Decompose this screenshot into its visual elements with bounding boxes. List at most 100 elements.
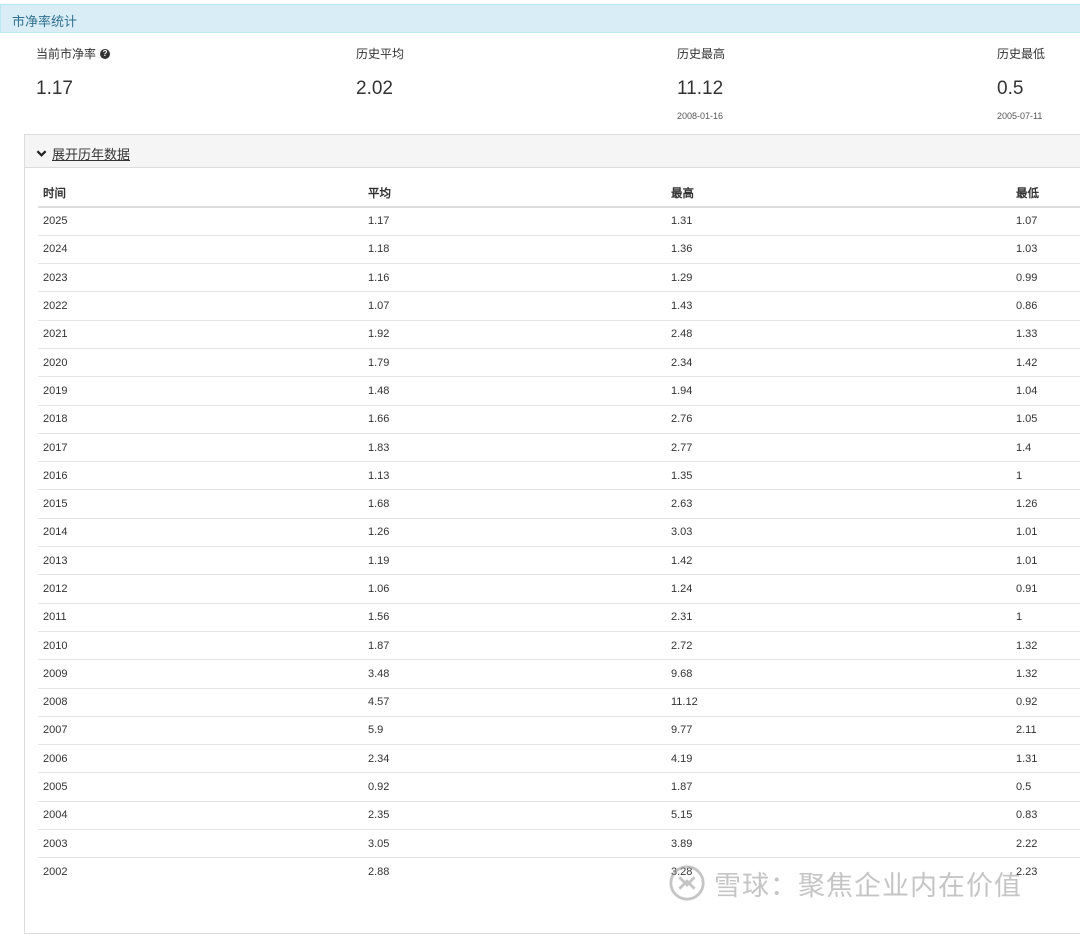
column-header-average: 平均: [363, 179, 666, 208]
table-row: 2013 1.19 1.42 1.01: [38, 546, 1080, 575]
cell-low: 2.22: [1011, 829, 1080, 858]
cell-year: 2022: [38, 291, 363, 321]
table-row: 2024 1.18 1.36 1.03: [38, 234, 1080, 264]
cell-average: 1.26: [363, 517, 666, 547]
table-row: 2005 0.92 1.87 0.5: [38, 772, 1080, 802]
cell-year: 2017: [38, 432, 363, 462]
expand-history-toggle[interactable]: 展开历年数据: [36, 144, 130, 163]
panel-heading: 市净率统计: [0, 4, 1080, 33]
table-row: 2004 2.35 5.15 0.83: [38, 800, 1080, 830]
table-row: 2017 1.83 2.77 1.4: [38, 432, 1080, 462]
cell-year: 2008: [38, 687, 363, 717]
cell-year: 2013: [38, 546, 363, 575]
history-table-body: 2025 1.17 1.31 1.07 2024 1.18 1.36 1.03 2023 1.16…: [38, 206, 1080, 887]
cell-average: 3.05: [363, 829, 666, 858]
cell-year: 2016: [38, 461, 363, 490]
table-row: 2023 1.16 1.29 0.99: [38, 263, 1080, 292]
cell-average: 1.68: [363, 489, 666, 519]
cell-high: 5.15: [666, 800, 1011, 830]
stat-value: 11.12: [677, 78, 724, 99]
table-row: 2021 1.92 2.48 1.33: [38, 319, 1080, 349]
cell-year: 2024: [38, 234, 363, 264]
cell-year: 2023: [38, 263, 363, 292]
cell-low: 1.04: [1011, 376, 1080, 406]
cell-average: 2.34: [363, 744, 666, 773]
cell-high: 1.31: [666, 206, 1011, 236]
cell-year: 2011: [38, 602, 363, 632]
cell-average: 1.66: [363, 404, 666, 434]
cell-low: 0.83: [1011, 800, 1080, 830]
cell-year: 2002: [38, 857, 363, 887]
cell-low: 1.33: [1011, 319, 1080, 349]
cell-year: 2007: [38, 715, 363, 745]
cell-average: 3.48: [363, 659, 666, 689]
table-row: 2022 1.07 1.43 0.86: [38, 291, 1080, 321]
cell-year: 2018: [38, 404, 363, 434]
cell-low: 1: [1011, 461, 1080, 490]
table-row: 2008 4.57 11.12 0.92: [38, 687, 1080, 717]
cell-average: 1.83: [363, 432, 666, 462]
table-row: 2003 3.05 3.89 2.22: [38, 829, 1080, 858]
cell-year: 2004: [38, 800, 363, 830]
cell-high: 2.31: [666, 602, 1011, 632]
history-panel-header: 展开历年数据: [25, 135, 1080, 168]
cell-year: 2015: [38, 489, 363, 519]
cell-high: 3.28: [666, 857, 1011, 887]
cell-low: 1.42: [1011, 347, 1080, 377]
cell-average: 1.79: [363, 347, 666, 377]
cell-low: 0.99: [1011, 263, 1080, 292]
stat-current-pb: 当前市净率 ? 1.17: [36, 46, 111, 100]
cell-high: 1.24: [666, 574, 1011, 604]
cell-low: 1.07: [1011, 206, 1080, 236]
panel-title: 市净率统计: [12, 14, 78, 29]
cell-high: 11.12: [666, 687, 1011, 717]
table-row: 2006 2.34 4.19 1.31: [38, 744, 1080, 773]
cell-high: 1.94: [666, 376, 1011, 406]
cell-low: 1.01: [1011, 517, 1080, 547]
cell-low: 1.26: [1011, 489, 1080, 519]
table-row: 2011 1.56 2.31 1: [38, 602, 1080, 632]
column-header-high: 最高: [666, 179, 1011, 208]
cell-year: 2012: [38, 574, 363, 604]
cell-average: 1.87: [363, 630, 666, 660]
cell-low: 2.23: [1011, 857, 1080, 887]
cell-low: 1.32: [1011, 659, 1080, 689]
cell-high: 2.77: [666, 432, 1011, 462]
table-row: 2002 2.88 3.28 2.23: [38, 857, 1080, 887]
cell-average: 1.17: [363, 206, 666, 236]
cell-low: 0.91: [1011, 574, 1080, 604]
column-header-low: 最低: [1011, 179, 1080, 208]
expand-history-label: 展开历年数据: [52, 147, 131, 162]
question-circle-icon[interactable]: ?: [100, 49, 111, 59]
cell-high: 1.29: [666, 263, 1011, 292]
cell-low: 0.92: [1011, 687, 1080, 717]
cell-year: 2009: [38, 659, 363, 689]
cell-high: 1.42: [666, 546, 1011, 575]
cell-high: 2.72: [666, 630, 1011, 660]
cell-average: 1.19: [363, 546, 666, 575]
table-row: 2020 1.79 2.34 1.42: [38, 347, 1080, 377]
stat-label: 历史最低: [997, 47, 1046, 61]
cell-average: 5.9: [363, 715, 666, 745]
history-panel: 展开历年数据 时间 平均 最高 最低 2025 1.17 1.31 1.07 2024 1…: [24, 134, 1080, 934]
cell-high: 2.34: [666, 347, 1011, 377]
cell-high: 2.48: [666, 319, 1011, 349]
cell-year: 2006: [38, 744, 363, 773]
cell-year: 2003: [38, 829, 363, 858]
table-row: 2007 5.9 9.77 2.11: [38, 715, 1080, 745]
stat-label: 当前市净率: [36, 47, 97, 61]
cell-high: 1.87: [666, 772, 1011, 802]
cell-high: 3.89: [666, 829, 1011, 858]
cell-high: 1.35: [666, 461, 1011, 490]
stat-label: 历史平均: [356, 47, 405, 61]
cell-high: 3.03: [666, 517, 1011, 547]
stat-history-high: 历史最高 11.12 2008-01-16: [677, 46, 725, 122]
table-row: 2010 1.87 2.72 1.32: [38, 630, 1080, 660]
cell-year: 2014: [38, 517, 363, 547]
cell-average: 1.48: [363, 376, 666, 406]
cell-low: 0.5: [1011, 772, 1080, 802]
stat-value: 0.5: [997, 78, 1024, 99]
cell-average: 1.18: [363, 234, 666, 264]
stat-label: 历史最高: [677, 47, 726, 61]
history-table: 时间 平均 最高 最低 2025 1.17 1.31 1.07 2024 1.18 1.36…: [38, 179, 1080, 887]
